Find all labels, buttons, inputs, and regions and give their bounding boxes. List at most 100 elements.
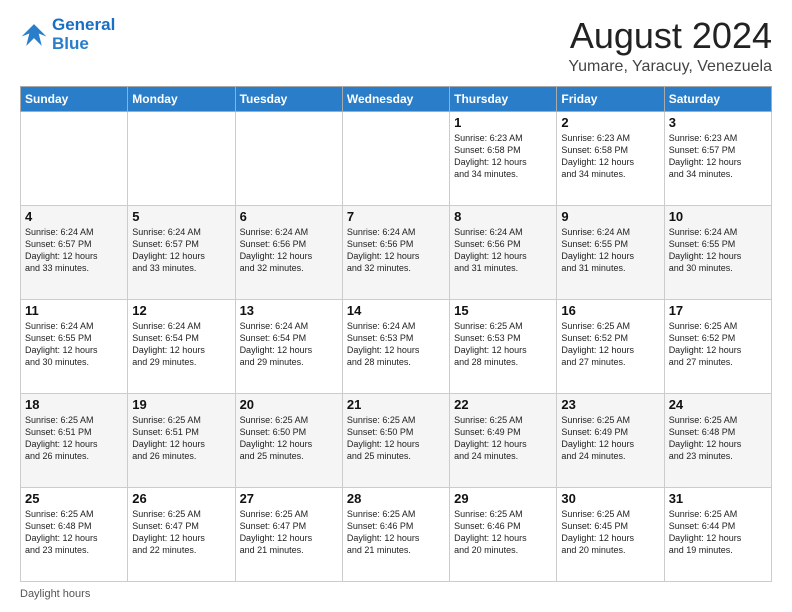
- day-number: 4: [25, 209, 123, 224]
- day-cell: 10 Sunrise: 6:24 AM Sunset: 6:55 PM Dayli…: [664, 205, 771, 299]
- day-info: Sunrise: 6:25 AM Sunset: 6:46 PM Dayligh…: [347, 508, 445, 557]
- day-info: Sunrise: 6:25 AM Sunset: 6:51 PM Dayligh…: [25, 414, 123, 463]
- day-number: 24: [669, 397, 767, 412]
- day-cell: 14 Sunrise: 6:24 AM Sunset: 6:53 PM Dayli…: [342, 299, 449, 393]
- logo: General Blue: [20, 16, 115, 53]
- logo-general: General: [52, 15, 115, 34]
- day-info: Sunrise: 6:25 AM Sunset: 6:45 PM Dayligh…: [561, 508, 659, 557]
- day-info: Sunrise: 6:25 AM Sunset: 6:48 PM Dayligh…: [669, 414, 767, 463]
- day-cell: 21Sunrise: 6:25 AM Sunset: 6:50 PM Dayli…: [342, 393, 449, 487]
- day-number: 23: [561, 397, 659, 412]
- header-row: Sunday Monday Tuesday Wednesday Thursday…: [21, 86, 772, 111]
- day-info: Sunrise: 6:25 AM Sunset: 6:52 PM Dayligh…: [561, 320, 659, 369]
- day-cell: 23 Sunrise: 6:25 AM Sunset: 6:49 PM Dayli…: [557, 393, 664, 487]
- day-info: Sunrise: 6:24 AM Sunset: 6:53 PM Dayligh…: [347, 320, 445, 369]
- day-number: 31: [669, 491, 767, 506]
- day-info: Sunrise: 6:23 AM Sunset: 6:57 PM Dayligh…: [669, 132, 767, 181]
- day-info: Sunrise: 6:24 AM Sunset: 6:56 PM Dayligh…: [240, 226, 338, 275]
- day-number: 26: [132, 491, 230, 506]
- day-number: 11: [25, 303, 123, 318]
- week-row-3: 11 Sunrise: 6:24 AM Sunset: 6:55 PM Dayli…: [21, 299, 772, 393]
- day-number: 6: [240, 209, 338, 224]
- day-cell: 22Sunrise: 6:25 AM Sunset: 6:49 PM Dayli…: [450, 393, 557, 487]
- day-info: Sunrise: 6:24 AM Sunset: 6:55 PM Dayligh…: [25, 320, 123, 369]
- day-number: 19: [132, 397, 230, 412]
- col-wednesday: Wednesday: [342, 86, 449, 111]
- page: General Blue August 2024 Yumare, Yaracuy…: [0, 0, 792, 612]
- day-cell: 28 Sunrise: 6:25 AM Sunset: 6:46 PM Dayli…: [342, 487, 449, 581]
- day-number: 12: [132, 303, 230, 318]
- header: General Blue August 2024 Yumare, Yaracuy…: [20, 16, 772, 76]
- day-number: 7: [347, 209, 445, 224]
- day-cell: 27Sunrise: 6:25 AM Sunset: 6:47 PM Dayli…: [235, 487, 342, 581]
- day-cell: [21, 111, 128, 205]
- calendar: Sunday Monday Tuesday Wednesday Thursday…: [20, 86, 772, 582]
- day-cell: 26 Sunrise: 6:25 AM Sunset: 6:47 PM Dayli…: [128, 487, 235, 581]
- logo-blue: Blue: [52, 35, 115, 54]
- day-number: 29: [454, 491, 552, 506]
- day-info: Sunrise: 6:24 AM Sunset: 6:55 PM Dayligh…: [669, 226, 767, 275]
- day-cell: 12Sunrise: 6:24 AM Sunset: 6:54 PM Dayli…: [128, 299, 235, 393]
- day-cell: 3Sunrise: 6:23 AM Sunset: 6:57 PM Daylig…: [664, 111, 771, 205]
- day-number: 18: [25, 397, 123, 412]
- day-info: Sunrise: 6:25 AM Sunset: 6:53 PM Dayligh…: [454, 320, 552, 369]
- logo-text: General Blue: [52, 16, 115, 53]
- day-number: 15: [454, 303, 552, 318]
- day-cell: 20Sunrise: 6:25 AM Sunset: 6:50 PM Dayli…: [235, 393, 342, 487]
- day-cell: 15 Sunrise: 6:25 AM Sunset: 6:53 PM Dayli…: [450, 299, 557, 393]
- day-cell: [235, 111, 342, 205]
- week-row-5: 25Sunrise: 6:25 AM Sunset: 6:48 PM Dayli…: [21, 487, 772, 581]
- day-cell: 13 Sunrise: 6:24 AM Sunset: 6:54 PM Dayli…: [235, 299, 342, 393]
- day-cell: 18 Sunrise: 6:25 AM Sunset: 6:51 PM Dayli…: [21, 393, 128, 487]
- logo-icon: [20, 21, 48, 49]
- location-title: Yumare, Yaracuy, Venezuela: [568, 58, 772, 76]
- day-info: Sunrise: 6:25 AM Sunset: 6:50 PM Dayligh…: [240, 414, 338, 463]
- week-row-4: 18 Sunrise: 6:25 AM Sunset: 6:51 PM Dayli…: [21, 393, 772, 487]
- day-number: 17: [669, 303, 767, 318]
- calendar-table: Sunday Monday Tuesday Wednesday Thursday…: [20, 86, 772, 582]
- day-number: 14: [347, 303, 445, 318]
- day-cell: 5Sunrise: 6:24 AM Sunset: 6:57 PM Daylig…: [128, 205, 235, 299]
- col-sunday: Sunday: [21, 86, 128, 111]
- day-info: Sunrise: 6:24 AM Sunset: 6:54 PM Dayligh…: [240, 320, 338, 369]
- day-cell: 7Sunrise: 6:24 AM Sunset: 6:56 PM Daylig…: [342, 205, 449, 299]
- day-number: 16: [561, 303, 659, 318]
- day-info: Sunrise: 6:24 AM Sunset: 6:57 PM Dayligh…: [132, 226, 230, 275]
- col-saturday: Saturday: [664, 86, 771, 111]
- day-cell: 8Sunrise: 6:24 AM Sunset: 6:56 PM Daylig…: [450, 205, 557, 299]
- day-cell: 9 Sunrise: 6:24 AM Sunset: 6:55 PM Daylig…: [557, 205, 664, 299]
- day-number: 28: [347, 491, 445, 506]
- day-cell: 30 Sunrise: 6:25 AM Sunset: 6:45 PM Dayli…: [557, 487, 664, 581]
- day-info: Sunrise: 6:25 AM Sunset: 6:46 PM Dayligh…: [454, 508, 552, 557]
- week-row-2: 4 Sunrise: 6:24 AM Sunset: 6:57 PM Daylig…: [21, 205, 772, 299]
- day-number: 25: [25, 491, 123, 506]
- day-number: 13: [240, 303, 338, 318]
- col-friday: Friday: [557, 86, 664, 111]
- day-info: Sunrise: 6:24 AM Sunset: 6:55 PM Dayligh…: [561, 226, 659, 275]
- day-info: Sunrise: 6:25 AM Sunset: 6:47 PM Dayligh…: [132, 508, 230, 557]
- day-cell: 19Sunrise: 6:25 AM Sunset: 6:51 PM Dayli…: [128, 393, 235, 487]
- col-tuesday: Tuesday: [235, 86, 342, 111]
- day-cell: 16 Sunrise: 6:25 AM Sunset: 6:52 PM Dayli…: [557, 299, 664, 393]
- day-number: 30: [561, 491, 659, 506]
- calendar-body: 1 Sunrise: 6:23 AM Sunset: 6:58 PM Daylig…: [21, 111, 772, 581]
- day-number: 9: [561, 209, 659, 224]
- day-cell: 24 Sunrise: 6:25 AM Sunset: 6:48 PM Dayli…: [664, 393, 771, 487]
- footer-label: Daylight hours: [20, 588, 90, 600]
- day-number: 2: [561, 115, 659, 130]
- day-info: Sunrise: 6:25 AM Sunset: 6:49 PM Dayligh…: [561, 414, 659, 463]
- day-info: Sunrise: 6:25 AM Sunset: 6:50 PM Dayligh…: [347, 414, 445, 463]
- day-info: Sunrise: 6:25 AM Sunset: 6:49 PM Dayligh…: [454, 414, 552, 463]
- day-info: Sunrise: 6:23 AM Sunset: 6:58 PM Dayligh…: [454, 132, 552, 181]
- day-number: 10: [669, 209, 767, 224]
- day-cell: 17Sunrise: 6:25 AM Sunset: 6:52 PM Dayli…: [664, 299, 771, 393]
- col-monday: Monday: [128, 86, 235, 111]
- day-number: 1: [454, 115, 552, 130]
- day-cell: 25Sunrise: 6:25 AM Sunset: 6:48 PM Dayli…: [21, 487, 128, 581]
- day-cell: 29 Sunrise: 6:25 AM Sunset: 6:46 PM Dayli…: [450, 487, 557, 581]
- day-cell: 11 Sunrise: 6:24 AM Sunset: 6:55 PM Dayli…: [21, 299, 128, 393]
- day-cell: 4Sunrise: 6:24 AM Sunset: 6:57 PM Daylig…: [21, 205, 128, 299]
- day-cell: 2Sunrise: 6:23 AM Sunset: 6:58 PM Daylig…: [557, 111, 664, 205]
- month-title: August 2024: [568, 16, 772, 56]
- day-cell: 1 Sunrise: 6:23 AM Sunset: 6:58 PM Daylig…: [450, 111, 557, 205]
